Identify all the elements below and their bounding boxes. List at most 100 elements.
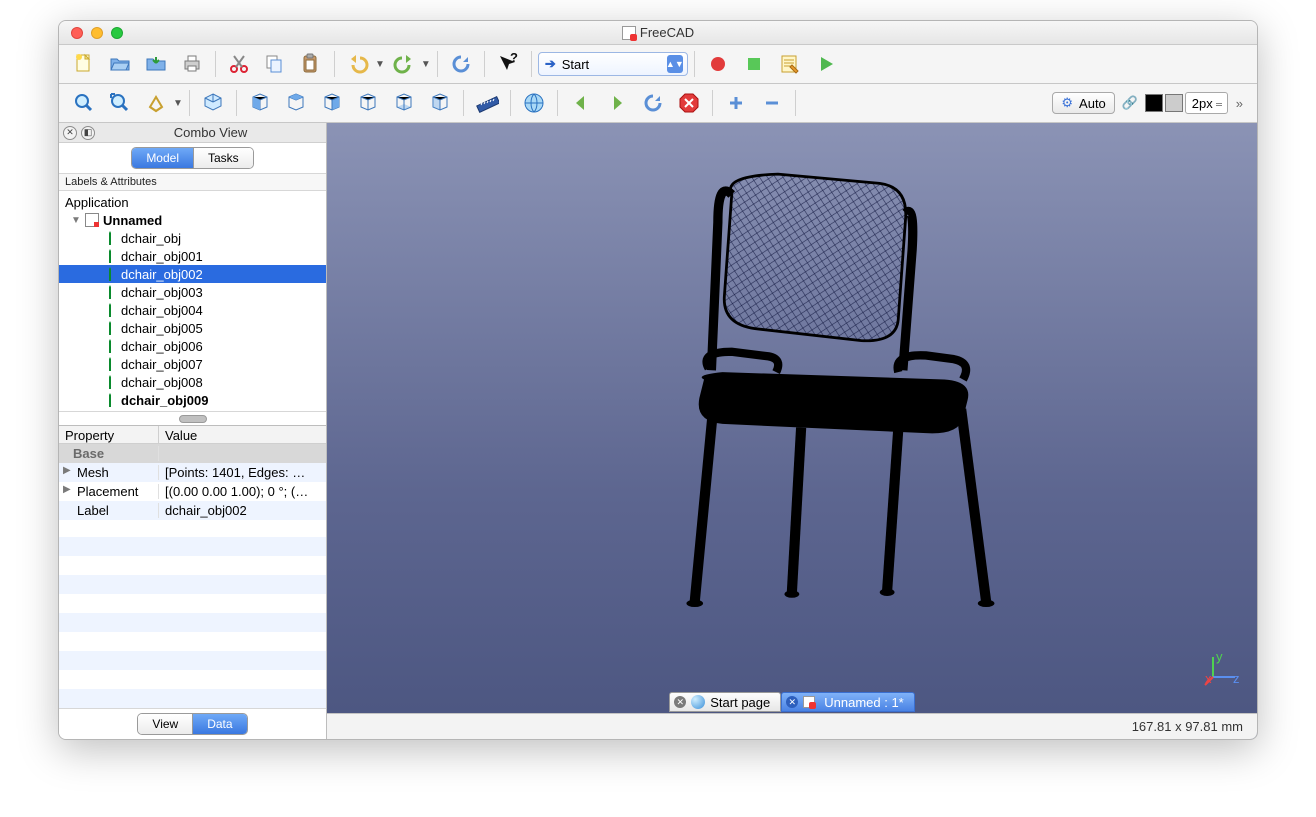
mesh-icon xyxy=(103,231,117,245)
arrow-right-icon: ➔ xyxy=(545,56,556,72)
auto-constraint-button[interactable]: ⚙Auto xyxy=(1052,92,1114,114)
prop-row[interactable]: ▶Mesh[Points: 1401, Edges: … xyxy=(59,463,326,482)
mesh-icon xyxy=(103,249,117,263)
mesh-icon xyxy=(103,339,117,353)
close-tab-icon[interactable]: ✕ xyxy=(674,696,686,708)
new-button[interactable] xyxy=(67,49,101,79)
tree-item[interactable]: dchair_obj002 xyxy=(59,265,326,283)
toolbar-overflow-icon[interactable]: » xyxy=(1230,96,1249,111)
tab-tasks[interactable]: Tasks xyxy=(193,148,253,168)
macro-run-button[interactable] xyxy=(809,49,843,79)
tree-item[interactable]: dchair_obj009 xyxy=(59,391,326,409)
zoom-in-button[interactable] xyxy=(719,88,753,118)
redo-button[interactable] xyxy=(387,49,421,79)
tree-item[interactable]: dchair_obj003 xyxy=(59,283,326,301)
front-view-button[interactable] xyxy=(243,88,277,118)
mesh-icon xyxy=(103,357,117,371)
web-home-button[interactable] xyxy=(517,88,551,118)
workbench-selector[interactable]: ➔ Start ▲▼ xyxy=(538,52,688,76)
tree-item[interactable]: dchair_obj006 xyxy=(59,337,326,355)
titlebar: FreeCAD xyxy=(59,21,1257,45)
undo-button[interactable] xyxy=(341,49,375,79)
3d-viewport[interactable]: y z x ✕ Start page ✕ Unnamed : 1* 1 xyxy=(327,123,1257,739)
save-button[interactable] xyxy=(139,49,173,79)
tab-start-page[interactable]: ✕ Start page xyxy=(669,692,781,712)
tree-item[interactable]: dchair_obj005 xyxy=(59,319,326,337)
toolbar-view: ▼ ⚙Auto 🔗 2px » xyxy=(59,84,1257,123)
property-panel: Property Value Base▶Mesh[Points: 1401, E… xyxy=(59,425,326,739)
right-view-button[interactable] xyxy=(315,88,349,118)
minimize-window-button[interactable] xyxy=(91,27,103,39)
dropdown-icon: ▲▼ xyxy=(667,55,683,73)
mesh-icon xyxy=(103,303,117,317)
nav-stop-button[interactable] xyxy=(672,88,706,118)
fit-all-button[interactable] xyxy=(67,88,101,118)
panel-title: Combo View xyxy=(95,125,326,140)
tree-scrollbar[interactable] xyxy=(59,411,326,425)
whats-this-button[interactable]: ? xyxy=(491,49,525,79)
line-width-selector[interactable]: 2px xyxy=(1185,92,1228,114)
face-color-swatch[interactable] xyxy=(1165,94,1183,112)
model-tree[interactable]: Application ▼Unnamed dchair_objdchair_ob… xyxy=(59,191,326,411)
zoom-window-button[interactable] xyxy=(111,27,123,39)
top-view-button[interactable] xyxy=(279,88,313,118)
macro-stop-button[interactable] xyxy=(737,49,771,79)
paste-button[interactable] xyxy=(294,49,328,79)
open-button[interactable] xyxy=(103,49,137,79)
bottom-view-button[interactable] xyxy=(387,88,421,118)
zoom-out-button[interactable] xyxy=(755,88,789,118)
tree-root: Application xyxy=(59,193,326,211)
prop-row[interactable]: Labeldchair_obj002 xyxy=(59,501,326,520)
macro-record-button[interactable] xyxy=(701,49,735,79)
chair-mesh-render xyxy=(667,148,1037,648)
document-tab-tray: ✕ Start page ✕ Unnamed : 1* xyxy=(327,691,1257,713)
tab-view[interactable]: View xyxy=(138,714,192,734)
refresh-button[interactable] xyxy=(444,49,478,79)
macro-edit-button[interactable] xyxy=(773,49,807,79)
disclosure-icon[interactable]: ▼ xyxy=(71,215,81,226)
copy-button[interactable] xyxy=(258,49,292,79)
fit-selection-button[interactable] xyxy=(103,88,137,118)
tree-document[interactable]: ▼Unnamed xyxy=(59,211,326,229)
svg-text:?: ? xyxy=(510,52,518,65)
left-view-button[interactable] xyxy=(423,88,457,118)
nav-forward-button[interactable] xyxy=(600,88,634,118)
tab-unnamed-doc[interactable]: ✕ Unnamed : 1* xyxy=(781,692,915,712)
cut-button[interactable] xyxy=(222,49,256,79)
draw-style-dropdown[interactable]: ▼ xyxy=(173,98,183,109)
tab-model[interactable]: Model xyxy=(132,148,193,168)
tree-item[interactable]: dchair_obj007 xyxy=(59,355,326,373)
draw-style-button[interactable] xyxy=(139,88,173,118)
tree-item[interactable]: dchair_obj xyxy=(59,229,326,247)
measure-button[interactable] xyxy=(470,88,504,118)
undo-dropdown[interactable]: ▼ xyxy=(375,59,385,70)
prop-header-property[interactable]: Property xyxy=(59,426,159,443)
line-color-swatch[interactable] xyxy=(1145,94,1163,112)
tree-item[interactable]: dchair_obj008 xyxy=(59,373,326,391)
combo-view-panel: ✕ ◧ Combo View Model Tasks Labels & Attr… xyxy=(59,123,327,739)
workbench-label: Start xyxy=(562,57,589,72)
prop-row[interactable]: ▶Placement[(0.00 0.00 1.00); 0 °; (… xyxy=(59,482,326,501)
nav-refresh-button[interactable] xyxy=(636,88,670,118)
svg-text:y: y xyxy=(1216,649,1223,664)
mesh-icon xyxy=(103,393,117,407)
print-button[interactable] xyxy=(175,49,209,79)
prop-category: Base xyxy=(59,444,326,463)
tree-item[interactable]: dchair_obj001 xyxy=(59,247,326,265)
tab-data[interactable]: Data xyxy=(192,714,246,734)
panel-close-icon[interactable]: ✕ xyxy=(63,126,77,140)
isometric-view-button[interactable] xyxy=(196,88,230,118)
redo-dropdown[interactable]: ▼ xyxy=(421,59,431,70)
mesh-icon xyxy=(103,321,117,335)
tree-item[interactable]: dchair_obj004 xyxy=(59,301,326,319)
panel-undock-icon[interactable]: ◧ xyxy=(81,126,95,140)
auto-label: Auto xyxy=(1079,96,1106,111)
rear-view-button[interactable] xyxy=(351,88,385,118)
close-tab-icon[interactable]: ✕ xyxy=(786,696,798,708)
close-window-button[interactable] xyxy=(71,27,83,39)
tree-header: Labels & Attributes xyxy=(59,174,326,191)
axis-indicator: y z x xyxy=(1205,655,1239,685)
nav-back-button[interactable] xyxy=(564,88,598,118)
prop-header-value[interactable]: Value xyxy=(159,426,203,443)
link-icon[interactable]: 🔗 xyxy=(1117,88,1143,118)
